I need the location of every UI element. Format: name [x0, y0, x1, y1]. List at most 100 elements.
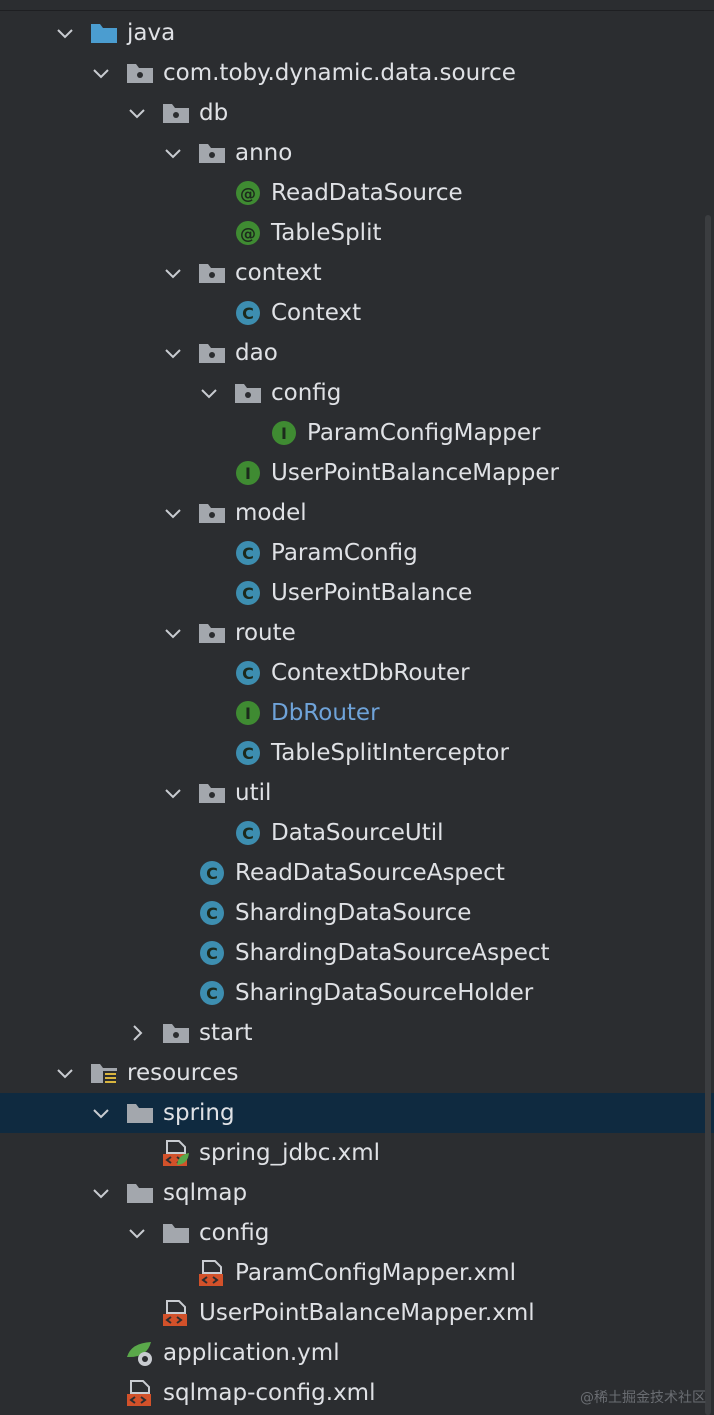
tree-node-label: db — [199, 100, 229, 126]
panel-top-border — [0, 10, 714, 11]
svg-text:I: I — [245, 704, 251, 723]
class-icon: C — [197, 899, 227, 927]
chevron-down-icon[interactable] — [199, 383, 219, 403]
class-icon: C — [233, 539, 263, 567]
class-icon: C — [197, 939, 227, 967]
tree-node[interactable]: C ParamConfig — [0, 533, 714, 573]
chevron-down-icon[interactable] — [55, 23, 75, 43]
tree-node[interactable]: route — [0, 613, 714, 653]
tree-node[interactable]: C ShardingDataSourceAspect — [0, 933, 714, 973]
tree-node[interactable]: anno — [0, 133, 714, 173]
chevron-down-icon[interactable] — [163, 143, 183, 163]
tree-node[interactable]: C TableSplitInterceptor — [0, 733, 714, 773]
interface-icon: I — [233, 459, 263, 487]
tree-node-label: model — [235, 500, 307, 526]
tree-node-label: ParamConfig — [271, 540, 418, 566]
chevron-down-icon[interactable] — [127, 103, 147, 123]
chevron-down-icon[interactable] — [91, 1103, 111, 1123]
tree-node-label: start — [199, 1020, 253, 1046]
tree-node-label: util — [235, 780, 272, 806]
tree-node[interactable]: util — [0, 773, 714, 813]
tree-node[interactable]: C SharingDataSourceHolder — [0, 973, 714, 1013]
chevron-down-icon[interactable] — [163, 623, 183, 643]
folder-icon — [125, 1179, 155, 1207]
chevron-down-icon[interactable] — [91, 63, 111, 83]
package-icon — [197, 499, 227, 527]
chevron-down-icon[interactable] — [163, 343, 183, 363]
tree-node[interactable]: I UserPointBalanceMapper — [0, 453, 714, 493]
chevron-down-icon[interactable] — [127, 1223, 147, 1243]
package-icon — [161, 1019, 191, 1047]
tree-node-label: DataSourceUtil — [271, 820, 444, 846]
class-icon: C — [233, 819, 263, 847]
tree-node[interactable]: config — [0, 373, 714, 413]
chevron-down-icon[interactable] — [163, 263, 183, 283]
class-icon: C — [197, 979, 227, 1007]
tree-node[interactable]: C ShardingDataSource — [0, 893, 714, 933]
package-icon — [197, 259, 227, 287]
folder-icon — [125, 1099, 155, 1127]
class-icon: C — [233, 299, 263, 327]
tree-node-label: UserPointBalanceMapper.xml — [199, 1300, 535, 1326]
chevron-down-icon[interactable] — [163, 503, 183, 523]
tree-node[interactable]: application.yml — [0, 1333, 714, 1373]
tree-node-label: route — [235, 620, 296, 646]
svg-text:C: C — [242, 824, 254, 843]
svg-text:@: @ — [240, 224, 256, 243]
resources-folder-icon — [89, 1059, 119, 1087]
tree-node[interactable]: C Context — [0, 293, 714, 333]
tree-node[interactable]: spring — [0, 1093, 714, 1133]
tree-node[interactable]: sqlmap — [0, 1173, 714, 1213]
tree-node-label: ReadDataSource — [271, 180, 463, 206]
tree-node-label: SharingDataSourceHolder — [235, 980, 534, 1006]
tree-node[interactable]: C DataSourceUtil — [0, 813, 714, 853]
tree-node-label: context — [235, 260, 322, 286]
chevron-down-icon[interactable] — [55, 1063, 75, 1083]
class-icon: C — [197, 859, 227, 887]
tree-node[interactable]: dao — [0, 333, 714, 373]
tree-node[interactable]: C ContextDbRouter — [0, 653, 714, 693]
tree-node[interactable]: spring_jdbc.xml — [0, 1133, 714, 1173]
tree-node-label: resources — [127, 1060, 239, 1086]
tree-node[interactable]: start — [0, 1013, 714, 1053]
package-icon — [197, 619, 227, 647]
tree-node-label: sqlmap — [163, 1180, 248, 1206]
tree-node[interactable]: ParamConfigMapper.xml — [0, 1253, 714, 1293]
tree-node[interactable]: context — [0, 253, 714, 293]
tree-node-label: ParamConfigMapper — [307, 420, 541, 446]
annotation-icon: @ — [233, 219, 263, 247]
package-icon — [197, 779, 227, 807]
tree-node[interactable]: @ TableSplit — [0, 213, 714, 253]
tree-node[interactable]: I ParamConfigMapper — [0, 413, 714, 453]
vertical-scrollbar[interactable] — [705, 215, 711, 1415]
chevron-down-icon[interactable] — [163, 783, 183, 803]
tree-node[interactable]: UserPointBalanceMapper.xml — [0, 1293, 714, 1333]
tree-node-label: com.toby.dynamic.data.source — [163, 60, 516, 86]
svg-text:I: I — [245, 464, 251, 483]
package-icon — [197, 139, 227, 167]
watermark: @稀土掘金技术社区 — [580, 1390, 706, 1406]
tree-node[interactable]: I DbRouter — [0, 693, 714, 733]
tree-node-label: ContextDbRouter — [271, 660, 470, 686]
tree-node[interactable]: C UserPointBalance — [0, 573, 714, 613]
tree-node[interactable]: resources — [0, 1053, 714, 1093]
annotation-icon: @ — [233, 179, 263, 207]
tree-node[interactable]: model — [0, 493, 714, 533]
tree-node-label: Context — [271, 300, 362, 326]
tree-node[interactable]: java — [0, 13, 714, 53]
chevron-down-icon[interactable] — [91, 1183, 111, 1203]
tree-node-label: DbRouter — [271, 700, 380, 726]
package-icon — [161, 99, 191, 127]
tree-node[interactable]: C ReadDataSourceAspect — [0, 853, 714, 893]
class-icon: C — [233, 739, 263, 767]
tree-node[interactable]: db — [0, 93, 714, 133]
tree-node-label: dao — [235, 340, 278, 366]
tree-node-label: application.yml — [163, 1340, 340, 1366]
svg-text:C: C — [206, 984, 218, 1003]
tree-node-label: ShardingDataSource — [235, 900, 472, 926]
chevron-right-icon[interactable] — [127, 1023, 147, 1043]
svg-text:C: C — [242, 584, 254, 603]
tree-node[interactable]: @ ReadDataSource — [0, 173, 714, 213]
tree-node[interactable]: com.toby.dynamic.data.source — [0, 53, 714, 93]
tree-node[interactable]: config — [0, 1213, 714, 1253]
